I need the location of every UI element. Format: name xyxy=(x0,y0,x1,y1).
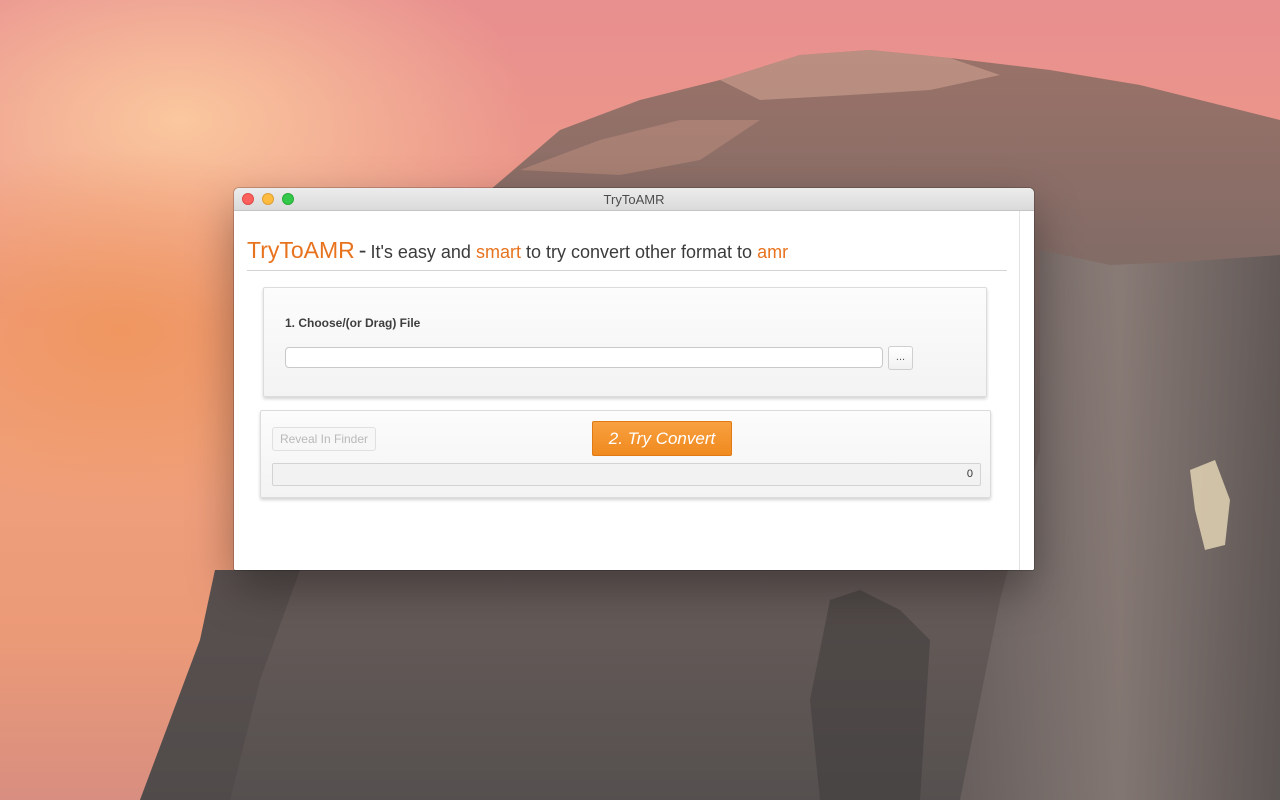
try-convert-button[interactable]: 2. Try Convert xyxy=(592,421,732,456)
vertical-scroll-track xyxy=(1019,211,1020,570)
titlebar[interactable]: TryToAMR xyxy=(234,188,1034,211)
progress-count: 0 xyxy=(966,468,973,480)
window-title: TryToAMR xyxy=(603,192,665,207)
file-path-input[interactable] xyxy=(285,347,883,368)
conversion-progress-bar: 0 xyxy=(272,463,981,486)
reveal-in-finder-button[interactable]: Reveal In Finder xyxy=(272,427,376,451)
desktop-wallpaper: TryToAMR TryToAMR - It's easy and smart to… xyxy=(0,0,1280,800)
headline-text-1: It's easy and xyxy=(370,242,471,262)
app-brand-title: TryToAMR xyxy=(247,237,355,263)
convert-panel: Reveal In Finder 2. Try Convert 0 xyxy=(260,410,991,498)
headline-accent-smart: smart xyxy=(475,242,521,262)
headline-accent-amr: amr xyxy=(757,242,789,262)
choose-file-label: 1. Choose/(or Drag) File xyxy=(285,316,421,330)
page-headline: TryToAMR - It's easy and smart to try conv… xyxy=(247,237,788,264)
browse-file-button[interactable]: ... xyxy=(888,346,913,370)
window-content: TryToAMR - It's easy and smart to try conv… xyxy=(234,211,1034,570)
headline-text-2: to try convert other format to xyxy=(525,242,753,262)
app-window: TryToAMR TryToAMR - It's easy and smart to… xyxy=(234,188,1034,570)
headline-divider xyxy=(247,270,1007,271)
choose-file-panel[interactable]: 1. Choose/(or Drag) File ... xyxy=(263,287,987,397)
headline-separator: - xyxy=(358,237,367,263)
